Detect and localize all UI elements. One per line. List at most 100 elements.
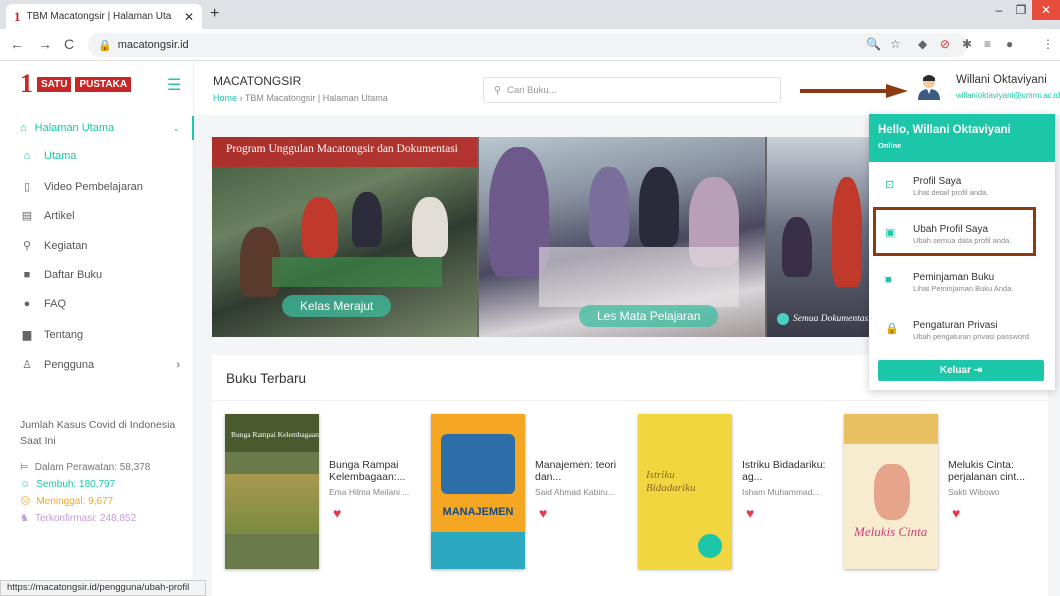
slide-les-mata-pelajaran[interactable]: Les Mata Pelajaran <box>479 137 765 337</box>
minimize-icon[interactable]: – <box>988 0 1010 20</box>
address-bar: ← → C 🔒 macatongsir.id 🔍 ☆ ◆ ⊘ ✱ ≡ ● ⋮ <box>0 29 1060 61</box>
logo-number: 1 <box>20 69 33 98</box>
zoom-icon[interactable]: 🔍 <box>866 37 881 51</box>
menu-dots-icon[interactable]: ⋮ <box>1042 37 1054 51</box>
search-input[interactable]: ⚲ Cari Buku... <box>483 77 781 103</box>
caption-les-mata-pelajaran: Les Mata Pelajaran <box>579 305 719 327</box>
dropdown-greeting: Hello, Willani Oktaviyani <box>878 124 1011 136</box>
covid-meninggal-text: Meninggal: 9,677 <box>36 496 114 507</box>
menu-item-title: Profil Saya <box>913 176 962 187</box>
cover-title: Istriku Bidadariku <box>646 469 696 494</box>
cover-title: Bunga Rampai Kelembagaan <box>231 430 319 439</box>
book-title[interactable]: Melukis Cinta: perjalanan cint... <box>948 459 1038 483</box>
group-icon: ♞ <box>20 513 29 524</box>
covid-sembuh: ☺ Sembuh: 180,797 <box>20 479 115 490</box>
reading-list-icon[interactable]: ≡ <box>984 37 991 51</box>
book-title[interactable]: Istriku Bidadariku: ag... <box>742 459 832 483</box>
sidebar-item-halaman-utama[interactable]: ⌂ Halaman Utama ⌄ <box>0 116 194 140</box>
sidebar-item-label: Artikel <box>44 209 75 222</box>
carousel-dot-icon <box>777 313 789 325</box>
user-icon: ♙ <box>22 359 32 371</box>
sidebar-item-tentang[interactable]: ▆ Tentang <box>20 328 83 342</box>
logo-word-satu: SATU <box>37 76 72 92</box>
book-author: Sakti Wibowo <box>948 487 1000 497</box>
book-icon: ■ <box>23 269 31 281</box>
sidebar-item-label: Utama <box>44 150 77 162</box>
section-title: Buku Terbaru <box>226 371 307 386</box>
back-icon[interactable]: ← <box>10 36 24 52</box>
book-author: Isham Muhammad... <box>742 487 820 497</box>
sidebar-item-utama[interactable]: ⌂ Utama <box>20 150 77 162</box>
slide-kelas-merajut[interactable]: Program Unggulan Macatongsir dan Dokumen… <box>212 137 477 337</box>
adblock-icon[interactable]: ⊘ <box>940 37 950 51</box>
forward-icon[interactable]: → <box>38 36 52 52</box>
slide-dokumentasi[interactable] <box>767 137 872 337</box>
covid-sembuh-text: Sembuh: 180,797 <box>36 479 116 490</box>
search-placeholder: Cari Buku... <box>506 84 557 96</box>
extension-icon[interactable]: ◆ <box>918 37 927 51</box>
sidebar-item-video[interactable]: ▯ Video Pembelajaran <box>20 180 143 194</box>
new-tab-icon[interactable]: + <box>210 5 219 23</box>
breadcrumb: Home › TBM Macatongsir | Halaman Utama <box>213 93 388 103</box>
window-close-icon[interactable]: ✕ <box>1032 0 1060 20</box>
window-controls: – ❐ ✕ <box>988 0 1060 20</box>
sidebar-item-faq[interactable]: ● FAQ <box>20 298 66 310</box>
sidebar-item-daftar-buku[interactable]: ■ Daftar Buku <box>20 269 102 281</box>
heart-icon[interactable]: ♥ <box>746 505 754 521</box>
heart-icon[interactable]: ♥ <box>333 505 341 521</box>
sidebar-item-pengguna[interactable]: ♙ Pengguna › <box>20 358 180 372</box>
sidebar-item-label: Halaman Utama <box>34 122 115 134</box>
dropdown-header: Hello, Willani Oktaviyani Online <box>869 114 1055 162</box>
menu-item-pengaturan-privasi[interactable]: 🔒 Pengaturan Privasi Ubah pengaturan priv… <box>869 316 1055 354</box>
breadcrumb-home[interactable]: Home <box>213 93 237 103</box>
sidebar-item-label: Daftar Buku <box>44 269 103 281</box>
url-field[interactable]: 🔒 macatongsir.id <box>88 33 968 57</box>
caption-kelas-merajut: Kelas Merajut <box>282 295 392 317</box>
reload-icon[interactable]: C <box>64 36 74 52</box>
logo[interactable]: 1 SATU PUSTAKA <box>20 69 132 99</box>
menu-item-peminjaman-buku[interactable]: ■ Peminjaman Buku Lihat Peminjaman Buku A… <box>869 268 1055 306</box>
sidebar-item-artikel[interactable]: ▤ Artikel <box>20 209 75 223</box>
photo-figure <box>639 167 679 247</box>
cover-title: Melukis Cinta <box>854 524 928 539</box>
covid-rawat: ⊨ Dalam Perawatan: 58,378 <box>20 462 150 473</box>
search-icon: ⚲ <box>494 84 501 96</box>
user-name[interactable]: Willani Oktaviyani <box>956 74 1047 86</box>
photo-figure <box>302 197 338 257</box>
book-cover[interactable]: Istriku Bidadariku <box>638 414 732 569</box>
book-cover[interactable]: Bunga Rampai Kelembagaan <box>225 414 319 569</box>
puzzle-icon[interactable]: ✱ <box>962 37 972 51</box>
sidebar-item-label: Kegiatan <box>44 239 88 252</box>
menu-item-title: Peminjaman Buku <box>913 272 995 283</box>
profile-icon[interactable]: ● <box>1006 37 1013 51</box>
heart-icon[interactable]: ♥ <box>539 505 547 521</box>
carousel[interactable]: Program Unggulan Macatongsir dan Dokumen… <box>212 137 872 337</box>
menu-item-subtitle: Ubah pengaturan privasi password. <box>913 332 1031 341</box>
logout-button[interactable]: Keluar ⇥ <box>878 360 1044 381</box>
menu-item-profil-saya[interactable]: ⊡ Profil Saya Lihat detail profil anda. <box>869 172 1055 210</box>
sidebar-item-kegiatan[interactable]: ⚲ Kegiatan <box>20 239 88 253</box>
covid-terkonfirmasi: ♞ Terkonfirmasi: 248,852 <box>20 513 136 524</box>
close-tab-icon[interactable]: ✕ <box>184 10 194 24</box>
cover-title: MANAJEMEN <box>442 506 514 518</box>
browser-tab[interactable]: 1 TBM Macatongsir | Halaman Uta ✕ <box>6 4 202 29</box>
home-icon: ⌂ <box>20 122 27 134</box>
maximize-icon[interactable]: ❐ <box>1010 0 1032 20</box>
status-bar-url: https://macatongsir.id/pengguna/ubah-pro… <box>0 580 206 596</box>
heart-icon[interactable]: ♥ <box>952 505 960 521</box>
sidebar-item-label: FAQ <box>44 298 67 310</box>
logout-label: Keluar <box>939 365 971 376</box>
photo-figure <box>782 217 812 277</box>
sad-icon: ☹ <box>20 496 31 507</box>
book-cover[interactable]: MANAJEMEN <box>431 414 525 569</box>
hamburger-menu-icon[interactable]: ☰ <box>167 75 181 95</box>
menu-item-subtitle: Lihat Peminjaman Buku Anda. <box>913 284 1014 293</box>
user-email: willanioktaviyani@ummi.ac.id <box>956 91 1060 100</box>
book-title[interactable]: Bunga Rampai Kelembagaan:... <box>329 459 419 483</box>
book-title[interactable]: Manajemen: teori dan... <box>535 459 625 483</box>
avatar[interactable] <box>917 74 941 100</box>
photo-figure <box>352 192 382 247</box>
bookmark-star-icon[interactable]: ☆ <box>890 37 901 51</box>
book-cover[interactable]: Melukis Cinta <box>844 414 938 569</box>
photo-table <box>539 247 739 307</box>
